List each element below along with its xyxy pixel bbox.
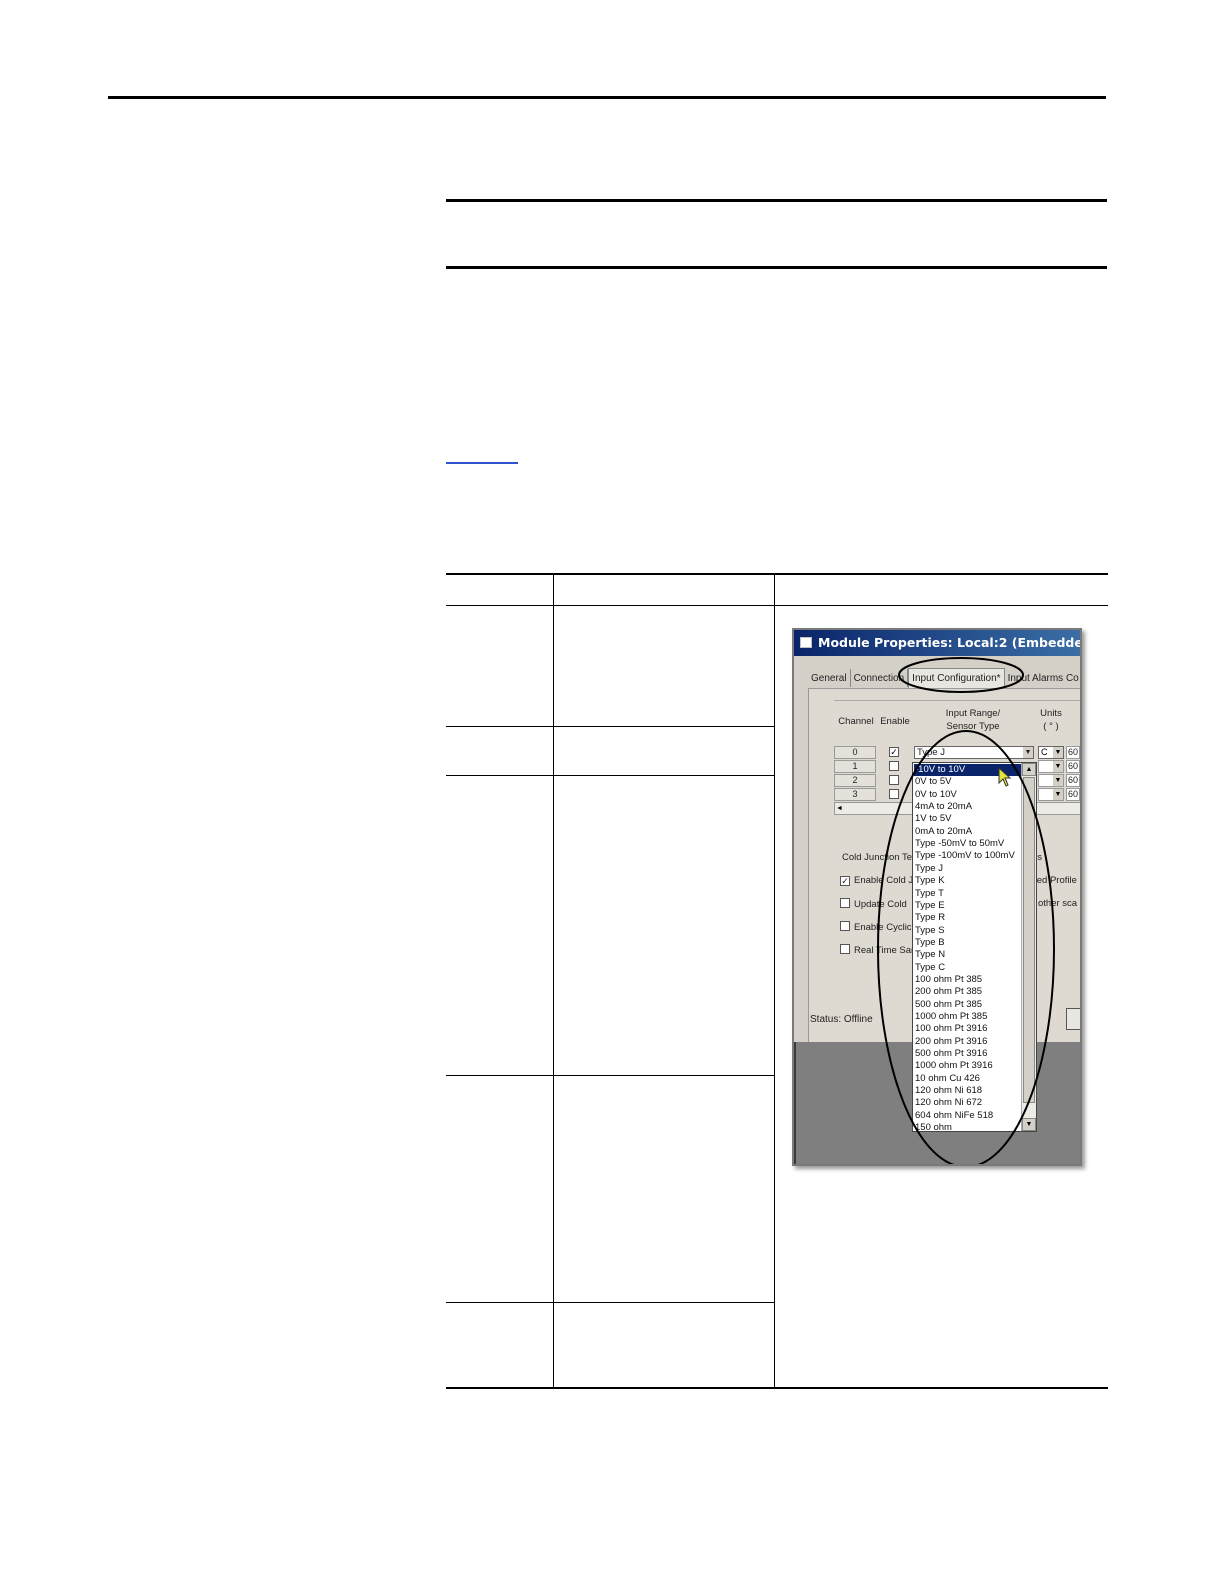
note-bottom-rule: [446, 266, 1107, 269]
note-top-rule: [446, 199, 1107, 202]
table-row-rule: [446, 1302, 775, 1303]
cross-reference-link[interactable]: [446, 462, 518, 464]
table-bottom-rule: [446, 1387, 1108, 1389]
table-row-rule: [446, 1075, 775, 1076]
module-properties-screenshot: Module Properties: Local:2 (Embedded 1.1…: [792, 628, 1082, 1166]
header-rule: [108, 96, 1106, 99]
table-top-rule: [446, 573, 1108, 575]
table-row-rule: [446, 775, 775, 776]
table-header-rule: [446, 605, 1108, 606]
highlight-ellipses: [877, 657, 1055, 1164]
table-col-divider-2: [774, 575, 775, 1388]
table-col-divider-1: [553, 575, 554, 1388]
table-row-rule: [446, 726, 775, 727]
